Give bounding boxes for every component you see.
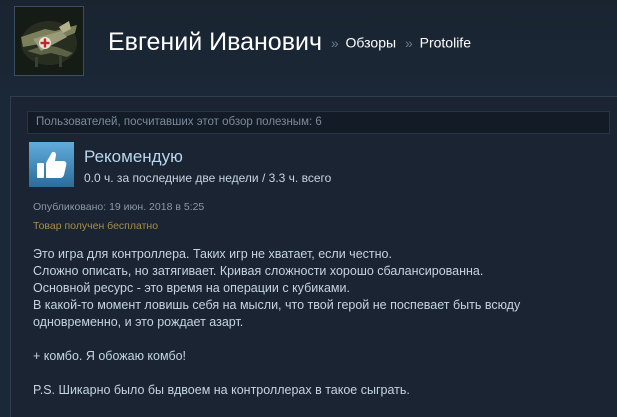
recommend-badge (29, 142, 74, 187)
review-verdict: Рекомендую (84, 147, 183, 166)
thumbs-up-icon (29, 142, 74, 187)
helpful-count-bar: Пользователей, посчитавших этот обзор по… (27, 111, 610, 134)
user-avatar[interactable] (14, 6, 84, 76)
breadcrumb-separator: » (330, 34, 339, 51)
review-line: + комбо. Я обожаю комбо! (33, 349, 187, 363)
posted-date: Опубликовано: 19 июн. 2018 в 5:25 (33, 201, 205, 213)
user-name-link[interactable]: Евгений Иванович (108, 28, 322, 56)
review-body: Это игра для контроллера. Таких игр не х… (33, 246, 613, 399)
review-line: Сложно описать, но затягивает. Кривая сл… (33, 264, 484, 278)
review-line (33, 365, 613, 382)
review-panel: Пользователей, посчитавших этот обзор по… (10, 96, 617, 417)
playtime-hours: 0.0 ч. за последние две недели / 3.3 ч. … (84, 171, 332, 185)
review-line: одновременно, и это рождает азарт. (33, 315, 244, 329)
review-line: Основной ресурс - это время на операции … (33, 281, 350, 295)
review-page: Евгений Иванович » Обзоры » Protolife По… (0, 0, 617, 417)
profile-header: Евгений Иванович » Обзоры » Protolife (0, 0, 617, 87)
review-line: В какой-то момент ловишь себя на мысли, … (33, 298, 521, 312)
breadcrumb-reviews-link[interactable]: Обзоры (346, 35, 397, 51)
review-line: P.S. Шикарно было бы вдвоем на контролле… (33, 383, 410, 397)
breadcrumb: Евгений Иванович » Обзоры » Protolife (108, 28, 471, 57)
breadcrumb-game-link[interactable]: Protolife (420, 35, 471, 51)
review-line: Это игра для контроллера. Таких игр не х… (33, 247, 392, 261)
review-line (33, 331, 613, 348)
aircraft-avatar-icon (15, 7, 83, 75)
free-product-note: Товар получен бесплатно (33, 220, 159, 232)
breadcrumb-separator: » (404, 34, 413, 51)
